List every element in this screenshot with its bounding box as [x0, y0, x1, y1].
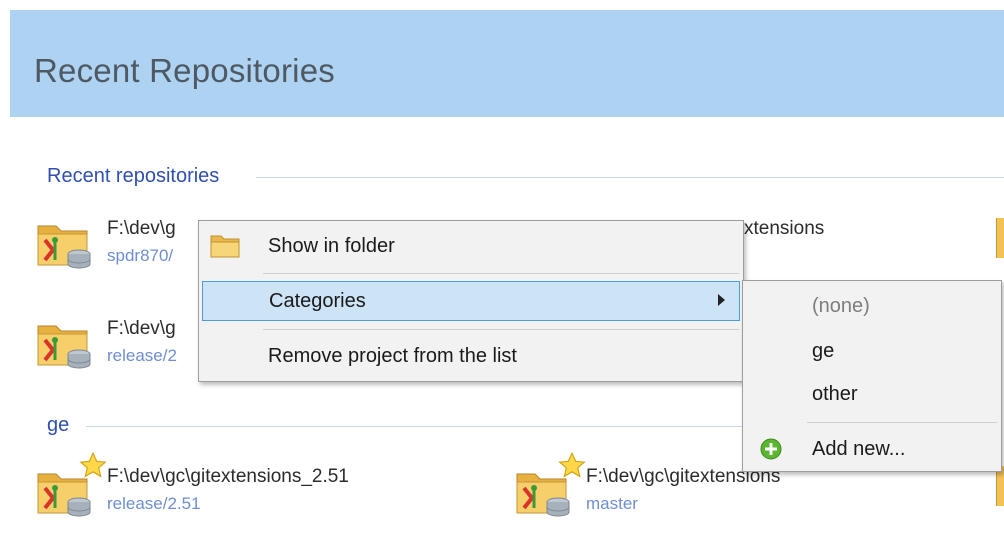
repository-folder-icon	[996, 218, 1004, 258]
page-header: Recent Repositories	[10, 10, 1004, 117]
menu-item-show-in-folder[interactable]: Show in folder	[202, 227, 740, 265]
context-menu: Show in folder Categories Remove project…	[198, 220, 744, 382]
section-label-recent-repositories: Recent repositories	[47, 165, 220, 187]
section-divider	[256, 177, 1004, 178]
repo-path: F:\dev\g	[107, 218, 176, 239]
repo-branch: master	[586, 494, 638, 513]
repo-item-3[interactable]: F:\dev\gc\gitextensions_2.51 release/2.5…	[37, 452, 457, 522]
repository-folder-icon	[37, 225, 91, 269]
submenu-arrow-icon	[718, 294, 725, 306]
menu-item-category-none[interactable]: (none)	[746, 287, 998, 325]
star-icon	[79, 452, 107, 478]
repository-folder-icon	[996, 466, 1004, 506]
menu-item-category-other[interactable]: other	[746, 375, 998, 413]
repo-branch: release/2.51	[107, 494, 201, 513]
menu-item-add-new-category[interactable]: Add new...	[746, 430, 998, 468]
folder-icon	[210, 235, 240, 258]
menu-item-label: other	[812, 383, 858, 405]
menu-item-remove-project[interactable]: Remove project from the list	[202, 337, 740, 375]
menu-item-label: Categories	[269, 290, 366, 312]
categories-submenu: (none) ge other Add new...	[742, 280, 1002, 472]
menu-item-label: ge	[812, 340, 835, 362]
menu-item-categories[interactable]: Categories	[202, 281, 740, 321]
menu-item-category-ge[interactable]: ge	[746, 332, 998, 370]
section-divider	[86, 426, 746, 427]
menu-item-label: (none)	[812, 295, 870, 317]
repo-branch: spdr870/	[107, 246, 174, 265]
star-icon	[558, 452, 586, 478]
menu-item-label: Add new...	[812, 438, 906, 460]
repo-branch: release/2	[107, 346, 177, 365]
menu-separator	[807, 422, 997, 423]
repository-folder-icon	[37, 325, 91, 369]
repo-item-4[interactable]: F:\dev\gc\gitextensions master	[516, 452, 916, 522]
repo-path-continued: xtensions	[744, 218, 825, 239]
menu-item-label: Remove project from the list	[268, 345, 517, 367]
add-plus-icon	[760, 438, 782, 460]
repo-path: F:\dev\gc\gitextensions_2.51	[107, 466, 349, 487]
section-label-ge: ge	[47, 414, 70, 436]
menu-separator	[263, 273, 739, 274]
repo-path: F:\dev\g	[107, 318, 176, 339]
menu-item-label: Show in folder	[268, 235, 395, 257]
menu-separator	[263, 329, 739, 330]
page-title: Recent Repositories	[34, 52, 335, 89]
